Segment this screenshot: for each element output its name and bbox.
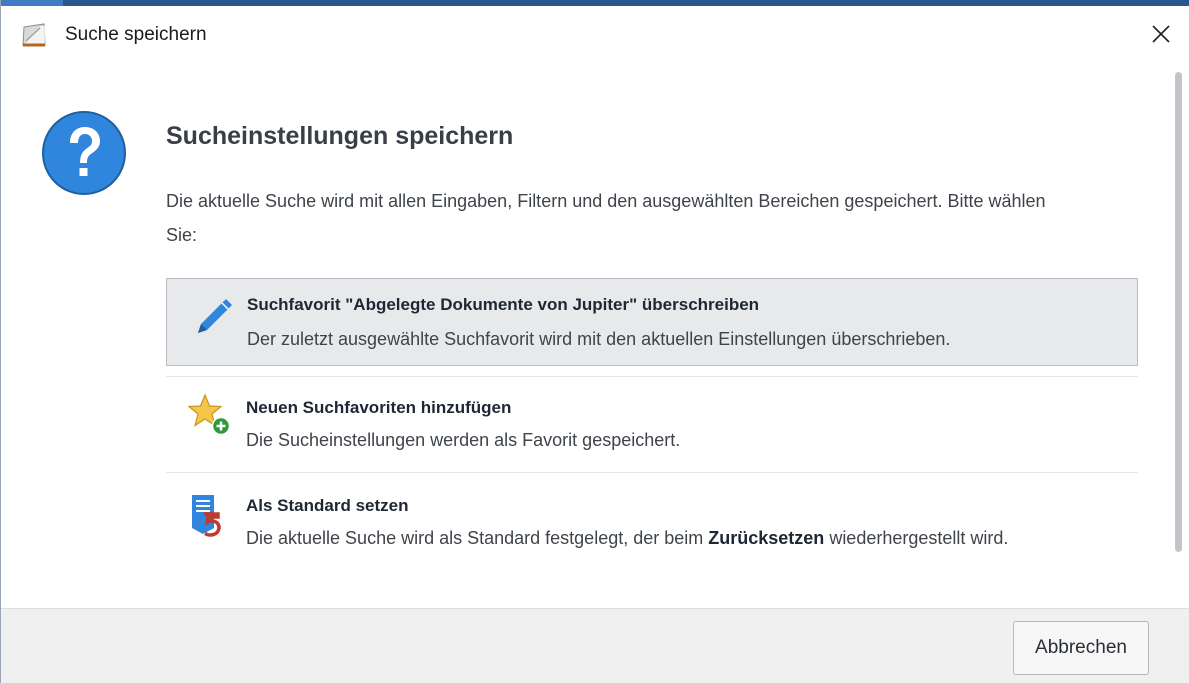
option-title: Neuen Suchfavoriten hinzufügen [246,398,512,417]
option-title: Suchfavorit "Abgelegte Dokumente von Jup… [247,295,760,314]
option-overwrite-favorite[interactable]: Suchfavorit "Abgelegte Dokumente von Jup… [166,278,1138,366]
dialog-description: Die aktuelle Suche wird mit allen Eingab… [166,191,1046,245]
cancel-button[interactable]: Abbrechen [1013,621,1149,675]
app-icon [21,23,47,47]
option-add-favorite[interactable]: Neuen Suchfavoriten hinzufügen Die Suche… [166,382,1138,466]
save-search-dialog: Suche speichern Sucheinstellungen speich… [0,0,1189,683]
dialog-title: Suche speichern [65,24,207,45]
option-description: Die Sucheinstellungen werden als Favorit… [246,430,681,450]
title-bar: Suche speichern [1,6,1189,62]
dialog-content: Sucheinstellungen speichern Die aktuelle… [1,62,1189,608]
option-description: Die aktuelle Suche wird als Standard fes… [246,522,1116,554]
option-divider [166,376,1138,377]
option-description: Der zuletzt ausgewählte Suchfavorit wird… [247,329,951,349]
reset-keyword: Zurücksetzen [708,528,825,548]
description-text: Die aktuelle Suche wird als Standard fes… [246,528,709,548]
dialog-heading: Sucheinstellungen speichern [166,122,514,150]
question-icon [41,110,127,196]
pencil-icon [189,293,237,341]
close-icon [1150,23,1172,50]
scrollbar-thumb[interactable] [1175,72,1182,552]
option-title: Als Standard setzen [246,496,409,515]
option-set-default[interactable]: Als Standard setzen Die aktuelle Suche w… [166,480,1138,600]
option-divider [166,472,1138,473]
close-button[interactable] [1141,16,1181,56]
description-text: wiederhergestellt wird. [824,528,1009,548]
default-setting-icon [188,492,236,540]
dialog-footer: Abbrechen [1,608,1189,683]
star-add-icon [187,392,236,440]
vertical-scrollbar[interactable] [1171,64,1185,604]
